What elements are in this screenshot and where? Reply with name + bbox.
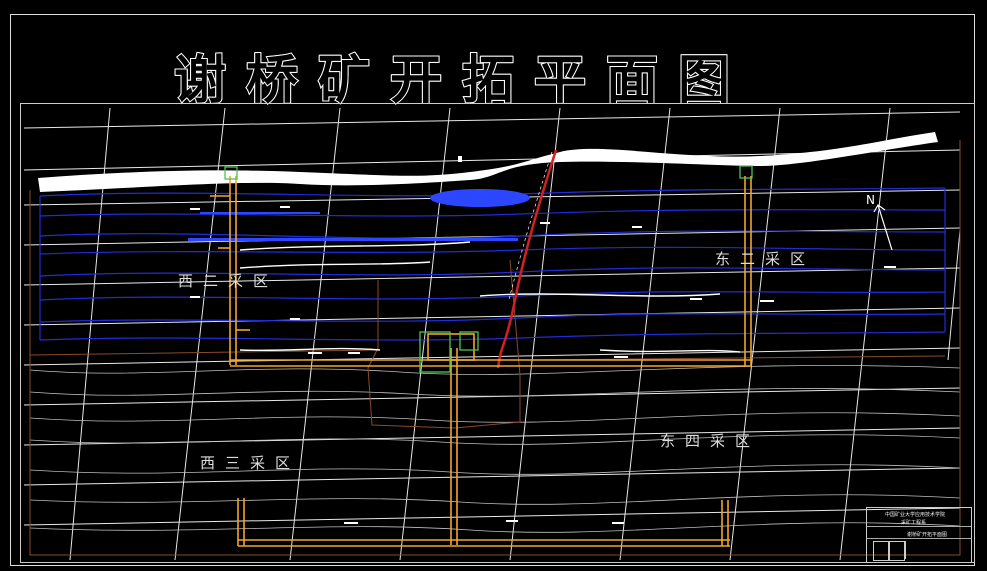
fault-line [496,149,558,369]
zone-label-east-four: 东四采区 [660,432,761,450]
annotation-marker [760,300,774,302]
annotation-marker [506,520,518,522]
contour-line [29,464,961,475]
annotation-marker [612,522,624,524]
grid-line [509,107,561,561]
boundary-line [29,349,381,356]
grid-line [23,267,961,286]
gate-road [599,349,741,353]
zone-label-east-two: 东二采区 [715,250,816,268]
annotation-marker [308,352,322,354]
grid-line [23,347,961,366]
grid-line [947,229,961,361]
annotation-marker [690,298,702,300]
annotation-marker [614,356,628,358]
contour-line [29,388,961,397]
goaf-strip [188,238,518,241]
gate-road [239,261,431,269]
annotation-marker [190,208,200,210]
north-label: N [866,193,875,207]
goaf-strip [200,212,320,214]
annotation-marker [344,522,358,524]
grid-line [839,107,891,561]
grid-line [23,227,961,246]
title-block-institution: 中国矿业大学应用技术学院 [885,512,946,518]
contour-line [29,412,961,423]
seam-line [39,313,946,323]
title-block-cell [889,541,905,561]
grid-line [23,467,961,486]
title-block: 中国矿业大学应用技术学院 采矿工程系 谢桥矿开拓平面图 [866,507,972,563]
annotation-marker [884,266,896,268]
grid-line [23,507,961,526]
seam-line [39,331,946,341]
title-block-cell [873,541,889,561]
seam-line [39,267,946,277]
annotation-marker [458,156,462,162]
annotation-marker [348,352,360,354]
title-block-divider [867,526,971,527]
title-block-department: 采矿工程系 [901,520,927,526]
outcrop-boundary [38,132,938,192]
goaf-patch [430,189,530,207]
fault-trace [496,149,558,369]
zone-label-west-two: 西二采区 [178,272,279,290]
zone-label-west-three: 西三采区 [200,454,301,472]
title-block-divider [867,538,971,539]
annotation-marker [190,296,200,298]
annotation-marker [280,206,290,208]
grid-line [23,307,961,326]
fault-hatch [508,151,553,301]
north-arrow-shaft [877,204,893,251]
mine-plan-map: N [23,107,961,561]
title-block-cell [905,541,968,559]
annotation-marker [290,318,300,320]
seam-line [39,209,946,217]
contour-line [29,522,961,533]
seam-line [39,230,946,239]
contour-line [29,494,961,505]
contour-line [29,365,961,375]
annotation-marker [632,226,642,228]
annotation-marker [540,222,550,224]
title-block-drawing-name: 谢桥矿开拓平面图 [907,532,948,538]
boundary-line [367,259,521,429]
grid-line [23,111,961,129]
